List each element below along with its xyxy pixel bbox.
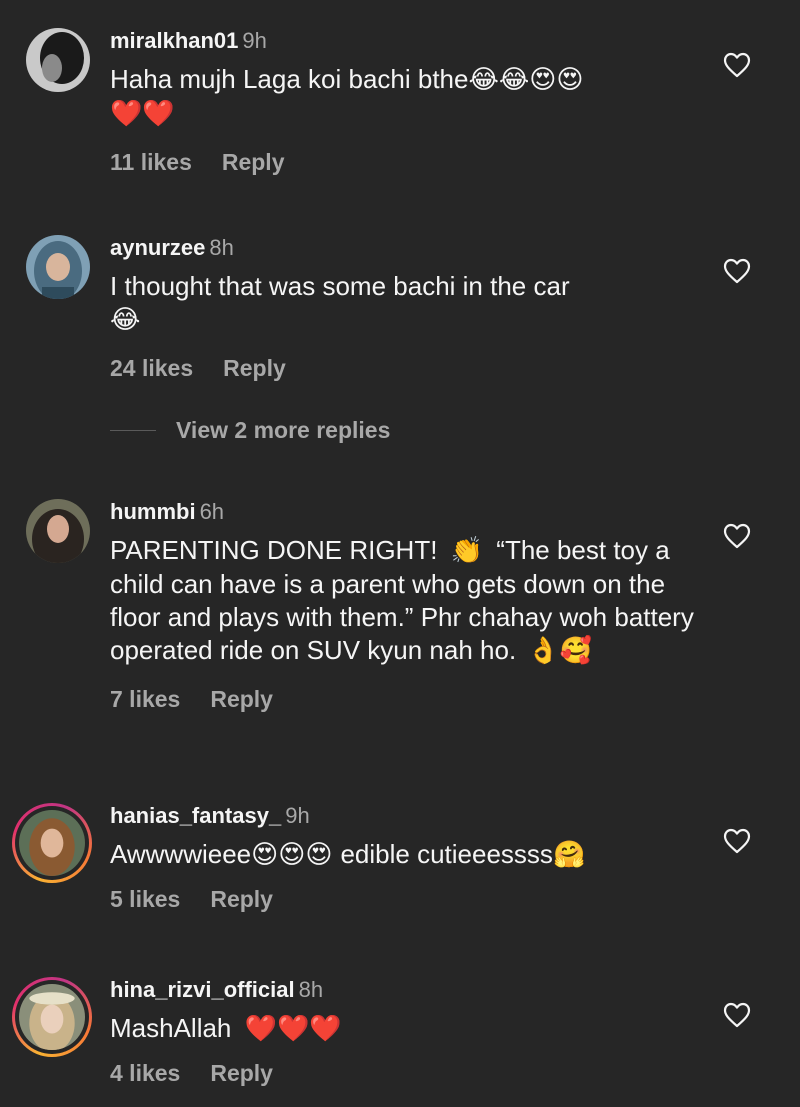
replies-divider [110,429,156,431]
avatar[interactable] [26,235,90,299]
avatar-image [26,235,90,299]
username[interactable]: hummbi [110,499,196,524]
like-count[interactable]: 24 likes [110,355,193,381]
timestamp: 6h [199,499,225,524]
comment-text-body: MashAllah [110,1013,232,1043]
avatar-image [19,984,85,1050]
emoji-run-2: 👌🥰 [527,636,593,666]
comment-text-body: PARENTING DONE RIGHT! [110,535,438,565]
emoji-run: 😍😍😍 [251,840,333,870]
comment-text-body: I thought that was some bachi in the car [110,271,570,301]
like-count[interactable]: 7 likes [110,686,180,712]
comment-text-body: Awwwwieee [110,839,252,869]
avatar[interactable] [26,28,90,92]
avatar [19,810,85,876]
heart-outline-icon[interactable] [723,523,751,549]
heart-outline-icon[interactable] [723,1002,751,1028]
reply-button[interactable]: Reply [210,686,273,712]
comment-text-body-2: edible cutieeessss [340,839,553,869]
username[interactable]: hina_rizvi_official [110,977,295,1002]
timestamp: 9h [242,28,267,53]
comment-text-body: Haha mujh Laga koi bachi bthe [110,64,469,94]
comment-text: MashAllah ❤️❤️❤️ [110,1012,700,1046]
comment-text: PARENTING DONE RIGHT! 👏 “The best toy a … [110,534,695,668]
timestamp: 9h [285,803,310,828]
reply-button[interactable]: Reply [210,1060,273,1086]
timestamp: 8h [298,977,324,1002]
avatar-story-ring[interactable] [12,977,92,1057]
avatar[interactable] [26,499,90,563]
like-count[interactable]: 11 likes [110,149,192,175]
username[interactable]: hanias_fantasy_ [110,803,281,828]
reply-button[interactable]: Reply [223,355,286,381]
avatar-image [26,28,90,92]
avatar-ring-gap [15,980,89,1054]
heart-outline-icon[interactable] [723,828,751,854]
username[interactable]: aynurzee [110,235,205,260]
emoji-run: 😂😂😍😍 [468,65,584,95]
like-count[interactable]: 5 likes [110,886,180,912]
heart-outline-icon[interactable] [723,52,751,78]
like-count[interactable]: 4 likes [110,1060,180,1086]
comment-text: I thought that was some bachi in the car… [110,270,700,337]
emoji-run-2: ❤️❤️ [110,99,175,129]
avatar [19,984,85,1050]
heart-outline-icon[interactable] [723,258,751,284]
avatar-ring-gap [15,806,89,880]
view-more-replies-label: View 2 more replies [176,416,391,443]
view-more-replies-button[interactable]: View 2 more replies [110,414,390,446]
emoji-run: 😂 [110,305,141,335]
emoji-run: ❤️❤️❤️ [244,1014,342,1044]
username[interactable]: miralkhan01 [110,28,238,53]
emoji-run: 👏 [450,536,484,566]
reply-button[interactable]: Reply [222,149,285,175]
avatar-story-ring[interactable] [12,803,92,883]
emoji-run-2: 🤗 [552,840,586,870]
avatar-image [26,499,90,563]
comment-text: Haha mujh Laga koi bachi bthe😂😂😍😍 ❤️❤️ [110,63,700,131]
timestamp: 8h [209,235,234,260]
comment-text: Awwwwieee😍😍😍 edible cutieeessss🤗 [110,838,700,872]
avatar-image [19,810,85,876]
reply-button[interactable]: Reply [210,886,273,912]
